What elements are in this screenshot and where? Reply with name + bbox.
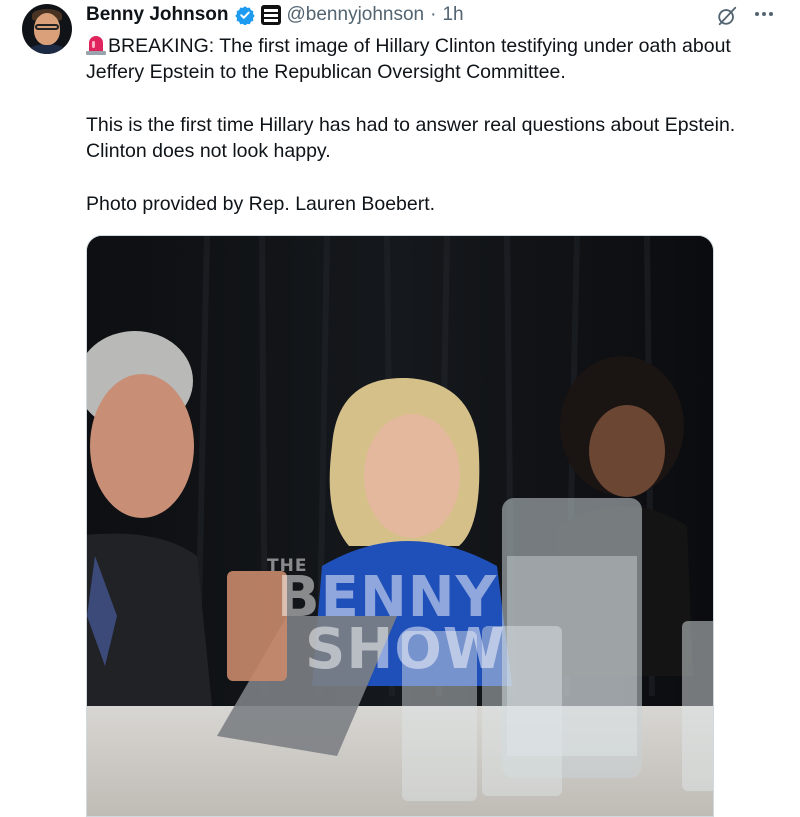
- author-name[interactable]: Benny Johnson: [86, 4, 229, 26]
- affiliate-badge-icon[interactable]: [260, 5, 281, 25]
- timestamp[interactable]: 1h: [442, 4, 463, 26]
- tweet-paragraph-1: BREAKING: The first image of Hillary Cli…: [86, 33, 786, 85]
- photo-scene: [87, 236, 713, 816]
- tweet-header: Benny Johnson @bennyjohnson · 1h: [86, 3, 464, 27]
- tweet-text: BREAKING: The first image of Hillary Cli…: [86, 33, 786, 244]
- tweet-paragraph-2: This is the first time Hillary has had t…: [86, 114, 736, 162]
- avatar[interactable]: [22, 4, 72, 54]
- rotating-light-emoji: [86, 36, 106, 55]
- verified-badge-icon[interactable]: [234, 5, 255, 25]
- more-icon[interactable]: [752, 2, 776, 26]
- tweet-photo[interactable]: THE BENNY SHOW: [86, 235, 714, 817]
- grok-icon[interactable]: [716, 5, 738, 27]
- watermark-line-2: SHOW: [305, 617, 506, 682]
- separator-dot: ·: [430, 4, 437, 25]
- tweet-paragraph-1-text: BREAKING: The first image of Hillary Cli…: [86, 35, 731, 83]
- avatar-glasses: [35, 24, 59, 30]
- avatar-shirt: [26, 44, 68, 54]
- tweet-paragraph-3: Photo provided by Rep. Lauren Boebert.: [86, 193, 436, 215]
- author-handle[interactable]: @bennyjohnson: [287, 4, 425, 26]
